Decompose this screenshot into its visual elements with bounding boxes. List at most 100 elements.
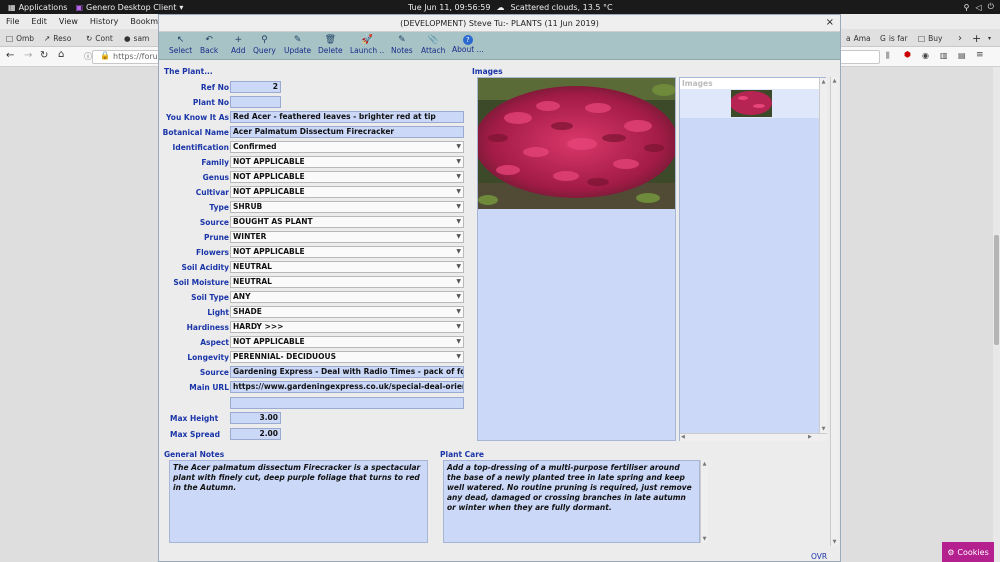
attach-button[interactable]: 📎 Attach [421, 34, 445, 58]
main-url-label: Main URL [189, 383, 229, 392]
cultivar-label: Cultivar [195, 188, 229, 197]
applications-menu[interactable]: ▦ Applications [8, 3, 67, 12]
active-app-menu[interactable]: ▣ Genero Desktop Client ▾ [75, 3, 183, 12]
tab-scroll-right-icon[interactable]: › [958, 31, 962, 46]
plant-no-field[interactable] [230, 96, 281, 108]
plant-care-textarea[interactable]: Add a top-dressing of a multi-purpose fe… [443, 460, 700, 543]
prune-combo[interactable]: WINTER ▼ [230, 231, 464, 243]
delete-button[interactable]: 🗑 Delete [318, 34, 343, 58]
soil-type-combo[interactable]: ANY ▼ [230, 291, 464, 303]
dropdown-arrow-icon: ▼ [456, 203, 461, 210]
weather-icon: ☁ [496, 2, 505, 12]
network-icon[interactable]: ⚲ [964, 3, 970, 12]
source-label: Source [199, 218, 229, 227]
pencil-icon: ✎ [293, 35, 302, 45]
family-label: Family [201, 158, 229, 167]
source-combo[interactable]: BOUGHT AS PLANT ▼ [230, 216, 464, 228]
clock[interactable]: Tue Jun 11, 09:56:59 [408, 3, 490, 12]
images-list-scrollbar[interactable]: ▲ ▼ [819, 78, 827, 433]
add-button[interactable]: + Add [231, 34, 246, 58]
cookies-button[interactable]: ⚙ Cookies [942, 542, 994, 562]
image-thumbnail [731, 90, 772, 117]
notes-button[interactable]: ✎ Notes [391, 34, 413, 58]
aspect-combo[interactable]: NOT APPLICABLE ▼ [230, 336, 464, 348]
info-icon[interactable]: ⓘ [84, 51, 92, 62]
adblock-icon[interactable]: ⬢ [904, 50, 911, 59]
general-notes-textarea[interactable]: The Acer palmatum dissectum Firecracker … [169, 460, 428, 543]
browser-tab[interactable]: □ Omb [6, 31, 34, 46]
browser-tab[interactable]: ↻ Cont [86, 31, 113, 46]
scroll-down-icon[interactable]: ▼ [701, 535, 708, 543]
browser-tab[interactable]: Gis far [880, 31, 908, 46]
menu-file[interactable]: File [6, 17, 19, 26]
known-as-field[interactable]: Red Acer - feathered leaves - brighter r… [230, 111, 464, 123]
scroll-down-icon[interactable]: ▼ [820, 425, 827, 433]
image-viewer[interactable] [477, 77, 676, 441]
ref-no-field[interactable]: 2 [230, 81, 281, 93]
prune-label: Prune [204, 233, 229, 242]
menu-edit[interactable]: Edit [31, 17, 47, 26]
page-icon: □ [918, 34, 926, 43]
window-titlebar[interactable]: (DEVELOPMENT) Steve Tu:- PLANTS (11 Jun … [159, 15, 840, 32]
max-spread-field[interactable]: 2.00 [230, 428, 281, 440]
soil-acidity-combo[interactable]: NEUTRAL ▼ [230, 261, 464, 273]
hardiness-combo[interactable]: HARDY >>> ▼ [230, 321, 464, 333]
new-tab-icon[interactable]: + [972, 31, 981, 46]
image-thumbnail-row[interactable] [680, 89, 819, 118]
scroll-up-icon[interactable]: ▲ [820, 78, 827, 86]
identification-combo[interactable]: Confirmed ▼ [230, 141, 464, 153]
source-text-field[interactable]: Gardening Express - Deal with Radio Time… [230, 366, 464, 378]
tab-list-icon[interactable]: ▾ [988, 31, 991, 46]
longevity-combo[interactable]: PERENNIAL- DECIDUOUS ▼ [230, 351, 464, 363]
extension-icon[interactable]: ◉ [922, 51, 929, 60]
scroll-up-icon[interactable]: ▲ [831, 77, 838, 85]
reload-icon[interactable]: ↻ [40, 50, 48, 61]
extra-field[interactable] [230, 397, 464, 409]
reader-icon[interactable]: ▥ [940, 51, 948, 60]
max-height-field[interactable]: 3.00 [230, 412, 281, 424]
botanical-name-field[interactable]: Acer Palmatum Dissectum Firecracker [230, 126, 464, 138]
images-list-hscrollbar[interactable]: ◀ ▶ [680, 433, 827, 441]
scroll-left-icon[interactable]: ◀ [681, 434, 685, 440]
update-button[interactable]: ✎ Update [284, 34, 311, 58]
genus-combo[interactable]: NOT APPLICABLE ▼ [230, 171, 464, 183]
browser-tab[interactable]: □ Buy [918, 31, 942, 46]
plant-no-label: Plant No [192, 98, 229, 107]
back-arrow-icon[interactable]: ← [6, 50, 14, 61]
volume-icon[interactable]: ◁ [976, 3, 982, 12]
menu-history[interactable]: History [90, 17, 118, 26]
query-button[interactable]: ⚲ Query [253, 34, 276, 58]
cultivar-combo[interactable]: NOT APPLICABLE ▼ [230, 186, 464, 198]
plant-care-scrollbar[interactable]: ▲ ▼ [700, 460, 708, 543]
known-as-label: You Know It As [166, 113, 229, 122]
sidebar-icon[interactable]: ▤ [958, 51, 966, 60]
flowers-combo[interactable]: NOT APPLICABLE ▼ [230, 246, 464, 258]
page-scrollbar-thumb[interactable] [994, 235, 999, 345]
family-combo[interactable]: NOT APPLICABLE ▼ [230, 156, 464, 168]
browser-tab[interactable]: ● sam [124, 31, 149, 46]
images-list[interactable]: Images ▲ ▼ ◀ ▶ [679, 77, 827, 441]
type-combo[interactable]: SHRUB ▼ [230, 201, 464, 213]
ref-no-label: Ref No [200, 83, 229, 92]
form-scrollbar[interactable]: ▲ ▼ [830, 77, 838, 546]
dropdown-arrow-icon: ▼ [456, 353, 461, 360]
soil-moisture-combo[interactable]: NEUTRAL ▼ [230, 276, 464, 288]
back-button[interactable]: ↶ Back [200, 34, 218, 58]
main-url-field[interactable]: https://www.gardeningexpress.co.uk/speci… [230, 381, 464, 393]
select-button[interactable]: ↖ Select [169, 34, 192, 58]
library-icon[interactable]: ⫼ [886, 51, 890, 61]
home-icon[interactable]: ⌂ [58, 49, 64, 60]
browser-tab[interactable]: ↗ Reso [44, 31, 71, 46]
power-icon[interactable]: ⏻ [988, 2, 994, 12]
hamburger-menu-icon[interactable]: ≡ [976, 50, 984, 60]
forward-arrow-icon[interactable]: → [24, 50, 32, 61]
menu-view[interactable]: View [59, 17, 78, 26]
scroll-down-icon[interactable]: ▼ [831, 538, 838, 546]
about-button[interactable]: ? About ... [452, 34, 484, 58]
light-combo[interactable]: SHADE ▼ [230, 306, 464, 318]
scroll-right-icon[interactable]: ▶ [808, 434, 812, 440]
scroll-up-icon[interactable]: ▲ [701, 460, 708, 468]
launch-button[interactable]: 🚀 Launch .. [350, 34, 384, 58]
browser-tab[interactable]: a Ama [846, 31, 871, 46]
close-icon[interactable]: × [826, 17, 834, 28]
